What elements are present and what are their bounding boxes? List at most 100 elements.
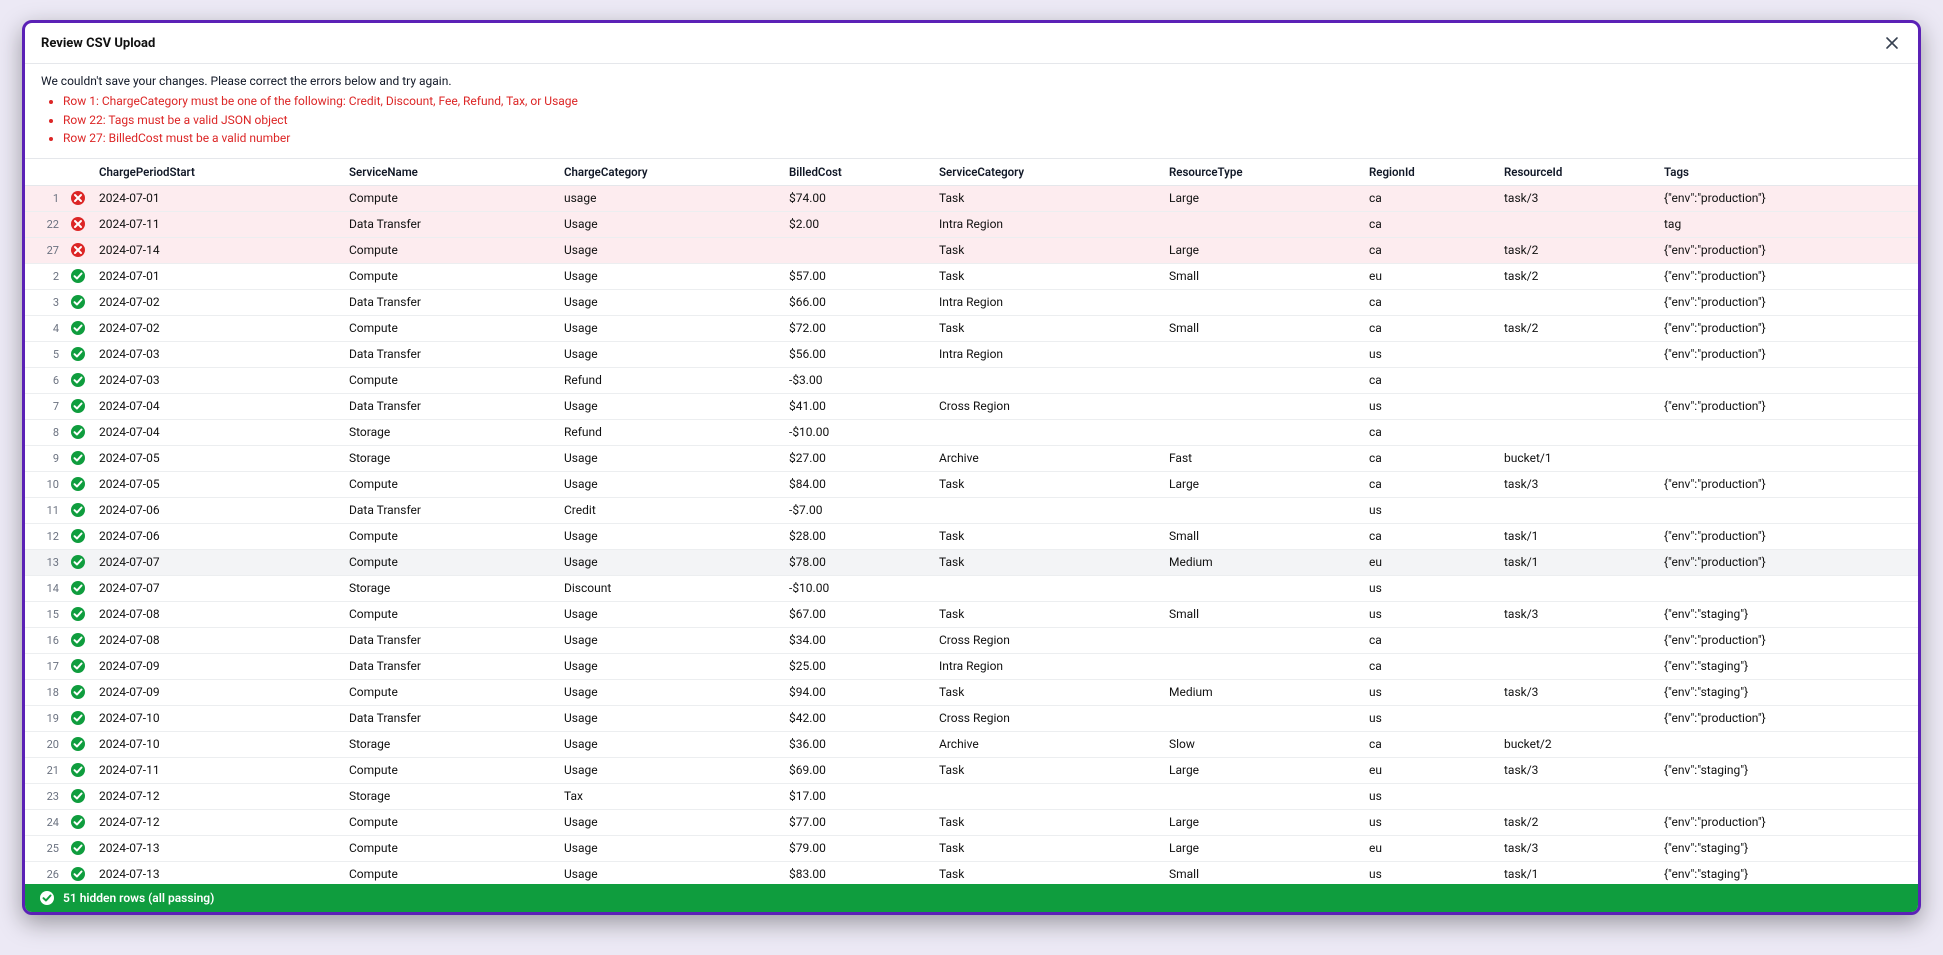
check-circle-icon <box>70 580 86 596</box>
table-row[interactable]: 42024-07-02ComputeUsage$72.00TaskSmallca… <box>25 315 1918 341</box>
cell-billedcost: -$10.00 <box>781 575 931 601</box>
table-row[interactable]: 162024-07-08Data TransferUsage$34.00Cros… <box>25 627 1918 653</box>
cell-servicename: Storage <box>341 731 556 757</box>
table-row[interactable]: 22024-07-01ComputeUsage$57.00TaskSmalleu… <box>25 263 1918 289</box>
cell-chargecategory: Usage <box>556 627 781 653</box>
col-header-servicename[interactable]: ServiceName <box>341 159 556 186</box>
table-row[interactable]: 82024-07-04StorageRefund-$10.00ca <box>25 419 1918 445</box>
col-header-resourcetype[interactable]: ResourceType <box>1161 159 1361 186</box>
cell-chargecategory: Usage <box>556 679 781 705</box>
table-row[interactable]: 212024-07-11ComputeUsage$69.00TaskLargee… <box>25 757 1918 783</box>
check-circle-icon <box>70 476 86 492</box>
table-row[interactable]: 152024-07-08ComputeUsage$67.00TaskSmallu… <box>25 601 1918 627</box>
table-row[interactable]: 252024-07-13ComputeUsage$79.00TaskLargee… <box>25 835 1918 861</box>
table-row[interactable]: 272024-07-14ComputeUsageTaskLargecatask/… <box>25 237 1918 263</box>
cell-regionid: ca <box>1361 731 1496 757</box>
cell-resourcetype <box>1161 627 1361 653</box>
cell-servicename: Compute <box>341 601 556 627</box>
table-row[interactable]: 202024-07-10StorageUsage$36.00ArchiveSlo… <box>25 731 1918 757</box>
col-header-resourceid[interactable]: ResourceId <box>1496 159 1656 186</box>
table-row[interactable]: 112024-07-06Data TransferCredit-$7.00us <box>25 497 1918 523</box>
table-header-row: ChargePeriodStart ServiceName ChargeCate… <box>25 159 1918 186</box>
cell-resourceid <box>1496 211 1656 237</box>
cell-chargeperiodstart: 2024-07-10 <box>91 731 341 757</box>
check-circle-icon <box>70 658 86 674</box>
cell-chargecategory: Usage <box>556 237 781 263</box>
cell-billedcost: $83.00 <box>781 861 931 884</box>
cell-index: 3 <box>25 289 65 315</box>
cell-index: 23 <box>25 783 65 809</box>
cell-servicename: Data Transfer <box>341 393 556 419</box>
table-row[interactable]: 192024-07-10Data TransferUsage$42.00Cros… <box>25 705 1918 731</box>
cell-servicename: Compute <box>341 523 556 549</box>
close-button[interactable] <box>1882 33 1902 53</box>
table-row[interactable]: 92024-07-05StorageUsage$27.00ArchiveFast… <box>25 445 1918 471</box>
cell-billedcost: $57.00 <box>781 263 931 289</box>
col-header-tags[interactable]: Tags <box>1656 159 1918 186</box>
cell-status <box>65 627 91 653</box>
cell-resourcetype <box>1161 341 1361 367</box>
cell-chargecategory: Tax <box>556 783 781 809</box>
cell-tags <box>1656 367 1918 393</box>
col-header-regionid[interactable]: RegionId <box>1361 159 1496 186</box>
col-header-chargeperiodstart[interactable]: ChargePeriodStart <box>91 159 341 186</box>
check-circle-icon <box>70 632 86 648</box>
table-row[interactable]: 62024-07-03ComputeRefund-$3.00ca <box>25 367 1918 393</box>
error-lead: We couldn't save your changes. Please co… <box>41 74 1902 88</box>
cell-billedcost: $27.00 <box>781 445 931 471</box>
cell-index: 5 <box>25 341 65 367</box>
cell-regionid: us <box>1361 497 1496 523</box>
table-row[interactable]: 122024-07-06ComputeUsage$28.00TaskSmallc… <box>25 523 1918 549</box>
col-header-billedcost[interactable]: BilledCost <box>781 159 931 186</box>
cell-chargecategory: Usage <box>556 861 781 884</box>
table-row[interactable]: 242024-07-12ComputeUsage$77.00TaskLargeu… <box>25 809 1918 835</box>
cell-resourcetype: Large <box>1161 835 1361 861</box>
cell-chargecategory: Usage <box>556 445 781 471</box>
table-row[interactable]: 52024-07-03Data TransferUsage$56.00Intra… <box>25 341 1918 367</box>
cell-servicename: Storage <box>341 445 556 471</box>
table-row[interactable]: 132024-07-07ComputeUsage$78.00TaskMedium… <box>25 549 1918 575</box>
table-row[interactable]: 72024-07-04Data TransferUsage$41.00Cross… <box>25 393 1918 419</box>
cell-index: 7 <box>25 393 65 419</box>
cell-status <box>65 575 91 601</box>
table-row[interactable]: 182024-07-09ComputeUsage$94.00TaskMedium… <box>25 679 1918 705</box>
cell-index: 26 <box>25 861 65 884</box>
cell-chargecategory: Usage <box>556 393 781 419</box>
cell-tags: {"env":"production"} <box>1656 705 1918 731</box>
table-row[interactable]: 142024-07-07StorageDiscount-$10.00us <box>25 575 1918 601</box>
table-row[interactable]: 102024-07-05ComputeUsage$84.00TaskLargec… <box>25 471 1918 497</box>
cell-resourceid: task/2 <box>1496 809 1656 835</box>
cell-status <box>65 601 91 627</box>
table-row[interactable]: 232024-07-12StorageTax$17.00us <box>25 783 1918 809</box>
col-header-servicecategory[interactable]: ServiceCategory <box>931 159 1161 186</box>
check-circle-icon <box>70 294 86 310</box>
cell-servicename: Data Transfer <box>341 211 556 237</box>
table-row[interactable]: 222024-07-11Data TransferUsage$2.00Intra… <box>25 211 1918 237</box>
col-header-chargecategory[interactable]: ChargeCategory <box>556 159 781 186</box>
cell-resourcetype: Slow <box>1161 731 1361 757</box>
cell-tags: {"env":"production"} <box>1656 627 1918 653</box>
table-row[interactable]: 12024-07-01Computeusage$74.00TaskLargeca… <box>25 185 1918 211</box>
cell-regionid: us <box>1361 679 1496 705</box>
cell-servicename: Compute <box>341 263 556 289</box>
table-body: 12024-07-01Computeusage$74.00TaskLargeca… <box>25 185 1918 884</box>
cell-status <box>65 211 91 237</box>
hidden-rows-footer[interactable]: 51 hidden rows (all passing) <box>25 884 1918 912</box>
cell-billedcost: $77.00 <box>781 809 931 835</box>
table-row[interactable]: 32024-07-02Data TransferUsage$66.00Intra… <box>25 289 1918 315</box>
table-scroll[interactable]: ChargePeriodStart ServiceName ChargeCate… <box>25 158 1918 884</box>
cell-servicecategory: Intra Region <box>931 653 1161 679</box>
check-circle-icon <box>70 814 86 830</box>
cell-chargeperiodstart: 2024-07-06 <box>91 497 341 523</box>
cell-status <box>65 861 91 884</box>
table-row[interactable]: 172024-07-09Data TransferUsage$25.00Intr… <box>25 653 1918 679</box>
cell-status <box>65 705 91 731</box>
cell-chargeperiodstart: 2024-07-13 <box>91 861 341 884</box>
cell-index: 11 <box>25 497 65 523</box>
cell-billedcost: $72.00 <box>781 315 931 341</box>
cell-status <box>65 549 91 575</box>
table-row[interactable]: 262024-07-13ComputeUsage$83.00TaskSmallu… <box>25 861 1918 884</box>
cell-chargeperiodstart: 2024-07-09 <box>91 653 341 679</box>
cell-servicecategory <box>931 497 1161 523</box>
cell-tags: {"env":"staging"} <box>1656 861 1918 884</box>
